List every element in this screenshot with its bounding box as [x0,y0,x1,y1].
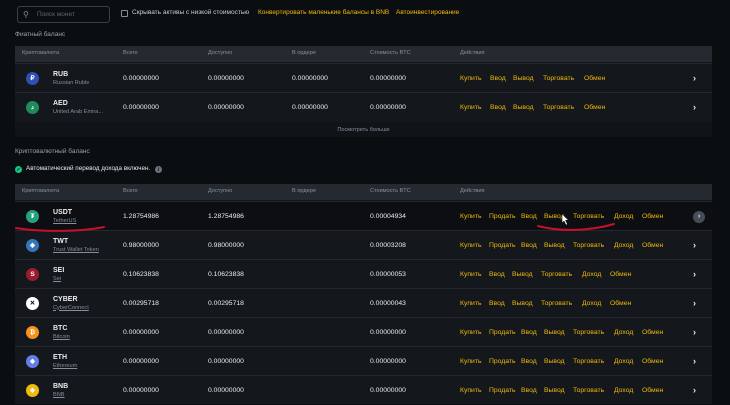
annotation-overlay [15,213,615,232]
annotation-underline-withdraw [537,223,615,231]
mouse-cursor-icon [561,213,570,226]
annotation-underline-usdt [15,226,105,232]
